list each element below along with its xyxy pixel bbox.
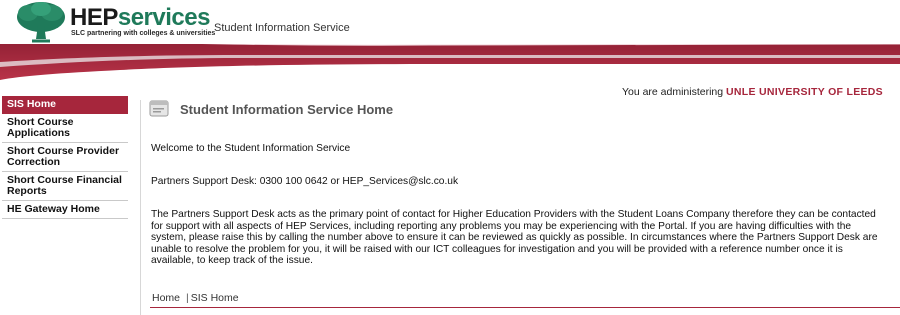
bottom-rule (150, 307, 900, 308)
breadcrumb: Home | SIS Home (152, 292, 239, 304)
welcome-text: Welcome to the Student Information Servi… (151, 143, 351, 154)
sidebar-item-sis-home[interactable]: SIS Home (2, 96, 128, 114)
content-divider (140, 100, 141, 315)
breadcrumb-home-link[interactable]: Home (152, 292, 180, 304)
support-desk-text: Partners Support Desk: 0300 100 0642 or … (151, 176, 459, 187)
site-header: HEPservices SLC partnering with colleges… (0, 0, 900, 44)
logo-tagline: SLC partnering with colleges & universit… (71, 30, 216, 37)
administering-org: UNLE UNIVERSITY OF LEEDS (726, 86, 883, 98)
page-title: Student Information Service Home (180, 102, 394, 117)
administering-label: You are administering (621, 86, 724, 98)
sidebar-item-he-gateway-home[interactable]: HE Gateway Home (2, 201, 128, 219)
sidebar-item-short-course-applications[interactable]: Short Course Applications (2, 114, 128, 143)
breadcrumb-separator: | (186, 292, 189, 304)
site-name: Student Information Service (214, 22, 350, 34)
breadcrumb-current[interactable]: SIS Home (191, 292, 239, 304)
tree-logo-icon (17, 2, 65, 43)
logo-hep-text: HEP (70, 4, 118, 31)
document-icon (149, 100, 169, 117)
sidebar-item-short-course-financial-reports[interactable]: Short Course Financial Reports (2, 172, 128, 201)
sidebar-nav: SIS Home Short Course Applications Short… (2, 96, 128, 219)
support-description: The Partners Support Desk acts as the pr… (151, 209, 878, 267)
administering-notice: You are administering UNLE UNIVERSITY OF… (622, 86, 883, 98)
hep-services-logo[interactable]: HEPservices (70, 6, 210, 30)
logo-services-text: services (117, 4, 211, 31)
sidebar-item-short-course-provider-correction[interactable]: Short Course Provider Correction (2, 143, 128, 172)
